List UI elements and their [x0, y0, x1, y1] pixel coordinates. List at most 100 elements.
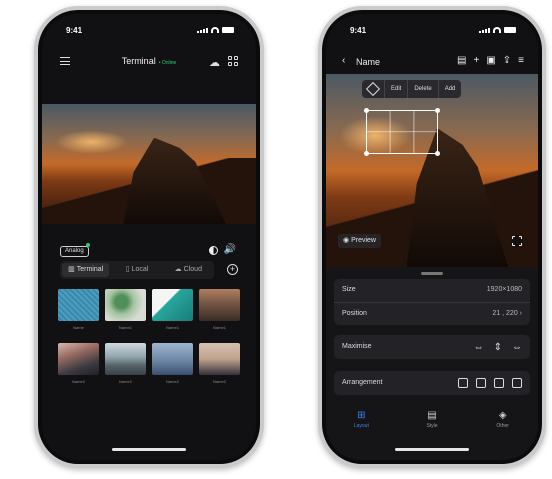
battery-icon [222, 27, 234, 33]
arrangement-options [458, 378, 522, 388]
share-icon[interactable]: ⇪ [503, 55, 511, 66]
size-label: Size [342, 286, 356, 293]
thumbnail-image [152, 343, 193, 375]
add-button[interactable]: Add [437, 80, 462, 98]
home-indicator[interactable] [112, 448, 186, 451]
preview-label: Preview [351, 237, 376, 244]
thumbnail-grid: Name Name1 Name1 Name1 Name2 Name2 Name2… [58, 289, 240, 387]
menu-icon[interactable]: ≡ [518, 55, 524, 66]
position-label: Position [342, 310, 367, 317]
preview-button[interactable]: ◉ Preview [338, 234, 381, 248]
right-screen: 9:41 ‹ Name ▤ + ▣ ⇪ ≡ Edit Delete Add ◉ … [326, 14, 538, 460]
resize-handle[interactable] [364, 108, 369, 113]
left-screen: 9:41 Terminal • Online ☁ Analog 🔊 ▥ Term… [42, 14, 256, 460]
wifi-icon [211, 27, 219, 33]
tab-label: Local [131, 266, 149, 273]
thumbnail-item[interactable]: Name1 [152, 289, 193, 333]
thumbnail-image [199, 343, 240, 375]
mockup-stage: 9:41 Terminal • Online ☁ Analog 🔊 ▥ Term… [0, 0, 552, 479]
delete-button[interactable]: Delete [407, 80, 437, 98]
maximise-label: Maximise [342, 343, 372, 350]
divider [334, 302, 530, 303]
tab-local[interactable]: ▯ Local [113, 263, 160, 277]
thumbnail-caption: Name [73, 325, 84, 330]
resize-handle[interactable] [435, 151, 440, 156]
arrangement-row: Arrangement [342, 376, 522, 390]
back-label[interactable]: Name [356, 57, 380, 67]
top-bar: ‹ Name ▤ + ▣ ⇪ ≡ [326, 52, 538, 72]
tab-style[interactable]: ▤ Style [397, 410, 468, 440]
resize-handle[interactable] [364, 151, 369, 156]
thumbnail-item[interactable]: Name1 [199, 289, 240, 333]
thumbnail-item[interactable]: Name2 [58, 343, 99, 387]
maximise-row: Maximise ⇔ ⇕ ⇔ [342, 340, 522, 354]
bring-front-icon[interactable] [458, 378, 468, 388]
thumbnail-caption: Name1 [213, 325, 226, 330]
document-icon[interactable]: ▤ [457, 55, 466, 66]
cloud-upload-icon[interactable]: ☁ [209, 56, 220, 69]
arrangement-label: Arrangement [342, 379, 383, 386]
position-text: 21 , 220 [492, 310, 518, 317]
wifi-icon [493, 27, 501, 33]
thumbnail-image [58, 343, 99, 375]
back-chevron-icon[interactable]: ‹ [342, 55, 345, 66]
status-time: 9:41 [66, 26, 83, 35]
expand-icon[interactable]: ⇔ [474, 341, 484, 355]
position-row[interactable]: Position 21 , 220 › [342, 307, 522, 321]
thumbnail-item[interactable]: Name2 [105, 343, 146, 387]
contrast-icon[interactable] [209, 246, 218, 255]
signal-icon [479, 28, 490, 33]
battery-icon [504, 27, 516, 33]
fit-horizontal-icon[interactable]: ⇔ [512, 341, 522, 355]
tab-terminal[interactable]: ▥ Terminal [62, 263, 110, 277]
size-value: 1920×1080 [486, 286, 522, 293]
plus-icon[interactable]: + [473, 55, 479, 66]
thumbnail-caption: Name1 [166, 325, 179, 330]
size-position-card: Size 1920×1080 Position 21 , 220 › [334, 279, 530, 325]
thumbnail-image [105, 289, 146, 321]
thumbnail-item[interactable]: Name2 [152, 343, 193, 387]
style-icon: ▤ [427, 410, 437, 421]
tab-other[interactable]: ◈ Other [467, 410, 538, 440]
sheet-grabber[interactable] [421, 272, 443, 275]
thumbnail-image [199, 289, 240, 321]
thumbnail-item[interactable]: Name [58, 289, 99, 333]
thumbnail-item[interactable]: Name1 [105, 289, 146, 333]
tab-cloud[interactable]: ☁ Cloud [165, 263, 212, 277]
send-back-icon[interactable] [512, 378, 522, 388]
thumbnail-item[interactable]: Name2 [199, 343, 240, 387]
analog-badge[interactable]: Analog [60, 246, 89, 257]
signal-icon [197, 28, 208, 33]
volume-icon[interactable]: 🔊 [224, 244, 236, 255]
status-indicators [197, 27, 234, 33]
status-dot [86, 243, 90, 247]
fullscreen-icon[interactable] [511, 235, 523, 247]
bottom-tabbar: ⊞ Layout ▤ Style ◈ Other [326, 410, 538, 440]
move-button[interactable] [362, 80, 384, 98]
status-bar: 9:41 [42, 24, 256, 38]
selection-box[interactable] [364, 108, 440, 156]
thumbnail-image [105, 343, 146, 375]
thumbnail-image [152, 289, 193, 321]
size-row[interactable]: Size 1920×1080 [342, 283, 522, 297]
send-backward-icon[interactable] [494, 378, 504, 388]
eye-icon: ◉ [343, 237, 352, 244]
add-icon[interactable]: + [227, 264, 238, 275]
position-value: 21 , 220 › [492, 310, 522, 317]
bring-forward-icon[interactable] [476, 378, 486, 388]
tab-layout[interactable]: ⊞ Layout [326, 410, 397, 440]
arrangement-card: Arrangement [334, 371, 530, 395]
maximise-options: ⇔ ⇕ ⇔ [474, 341, 522, 355]
resize-handle[interactable] [435, 108, 440, 113]
thumbnail-image [58, 289, 99, 321]
grid-view-icon[interactable] [228, 56, 238, 66]
save-icon[interactable]: ▣ [486, 55, 495, 66]
move-icon [365, 81, 381, 97]
online-badge: • Online [158, 60, 177, 66]
fit-vertical-icon[interactable]: ⇕ [494, 341, 502, 355]
edit-button[interactable]: Edit [384, 80, 407, 98]
status-time: 9:41 [350, 26, 367, 35]
properties-sheet: Size 1920×1080 Position 21 , 220 › Maxim… [326, 267, 538, 460]
home-indicator[interactable] [395, 448, 469, 451]
phone-icon: ▯ [125, 266, 130, 273]
